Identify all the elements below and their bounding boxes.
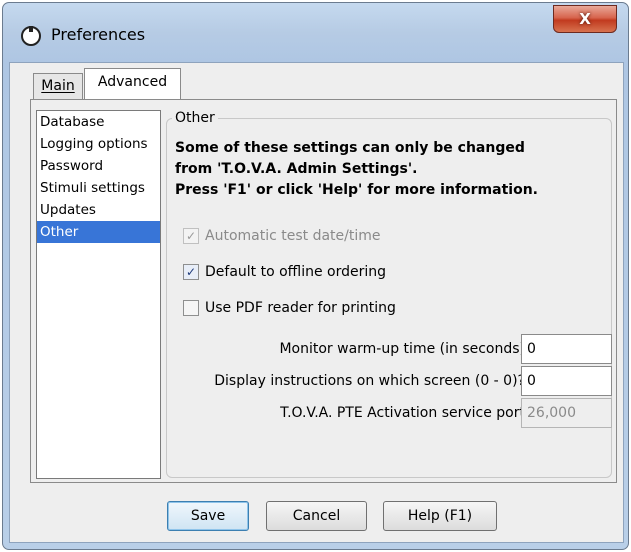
automatic-test-date-checkbox: ✓ bbox=[183, 228, 199, 244]
tab-advanced-label: Advanced bbox=[97, 74, 168, 90]
nav-item-other[interactable]: Other bbox=[37, 221, 160, 243]
tab-main[interactable]: Main bbox=[33, 73, 83, 100]
display-screen-input[interactable] bbox=[521, 366, 612, 396]
offline-ordering-checkbox[interactable]: ✓ bbox=[183, 264, 199, 280]
automatic-test-date-checkbox-row: ✓ Automatic test date/time bbox=[183, 228, 381, 244]
pdf-reader-checkbox[interactable] bbox=[183, 300, 199, 316]
nav-item-logging-options[interactable]: Logging options bbox=[37, 133, 160, 155]
offline-ordering-label[interactable]: Default to offline ordering bbox=[205, 264, 386, 280]
preferences-window: Preferences X Main Advanced Database Log… bbox=[2, 2, 629, 550]
pte-port-label: T.O.V.A. PTE Activation service port bbox=[280, 405, 525, 421]
window-title: Preferences bbox=[51, 25, 146, 44]
notice-line-2: from 'T.O.V.A. Admin Settings'. bbox=[175, 161, 418, 177]
notice-line-3: Press 'F1' or click 'Help' for more info… bbox=[175, 182, 538, 198]
tab-main-label: Main bbox=[41, 78, 75, 94]
other-group-legend: Other bbox=[172, 110, 218, 126]
help-button[interactable]: Help (F1) bbox=[383, 501, 497, 531]
dialog-content: Main Advanced Database Logging options P… bbox=[9, 62, 624, 543]
notice-line-1: Some of these settings can only be chang… bbox=[175, 140, 525, 156]
admin-settings-notice: Some of these settings can only be chang… bbox=[175, 138, 605, 201]
advanced-tab-panel: Database Logging options Password Stimul… bbox=[30, 99, 617, 483]
pdf-reader-label[interactable]: Use PDF reader for printing bbox=[205, 300, 396, 316]
close-button[interactable]: X bbox=[553, 5, 617, 33]
automatic-test-date-label: Automatic test date/time bbox=[205, 228, 381, 244]
app-icon bbox=[21, 26, 41, 46]
settings-category-list: Database Logging options Password Stimul… bbox=[36, 110, 161, 479]
nav-item-updates[interactable]: Updates bbox=[37, 199, 160, 221]
tab-advanced[interactable]: Advanced bbox=[84, 68, 181, 100]
title-bar[interactable]: Preferences X bbox=[3, 3, 628, 65]
pdf-reader-checkbox-row[interactable]: Use PDF reader for printing bbox=[183, 300, 396, 316]
cancel-button[interactable]: Cancel bbox=[266, 501, 367, 531]
display-screen-label: Display instructions on which screen (0 … bbox=[214, 373, 525, 389]
monitor-warmup-label: Monitor warm-up time (in seconds) bbox=[279, 341, 525, 357]
nav-item-database[interactable]: Database bbox=[37, 111, 160, 133]
save-button[interactable]: Save bbox=[167, 501, 249, 531]
monitor-warmup-input[interactable] bbox=[521, 334, 612, 364]
offline-ordering-checkbox-row[interactable]: ✓ Default to offline ordering bbox=[183, 264, 386, 280]
nav-item-stimuli-settings[interactable]: Stimuli settings bbox=[37, 177, 160, 199]
nav-item-password[interactable]: Password bbox=[37, 155, 160, 177]
pte-port-input bbox=[521, 398, 612, 428]
